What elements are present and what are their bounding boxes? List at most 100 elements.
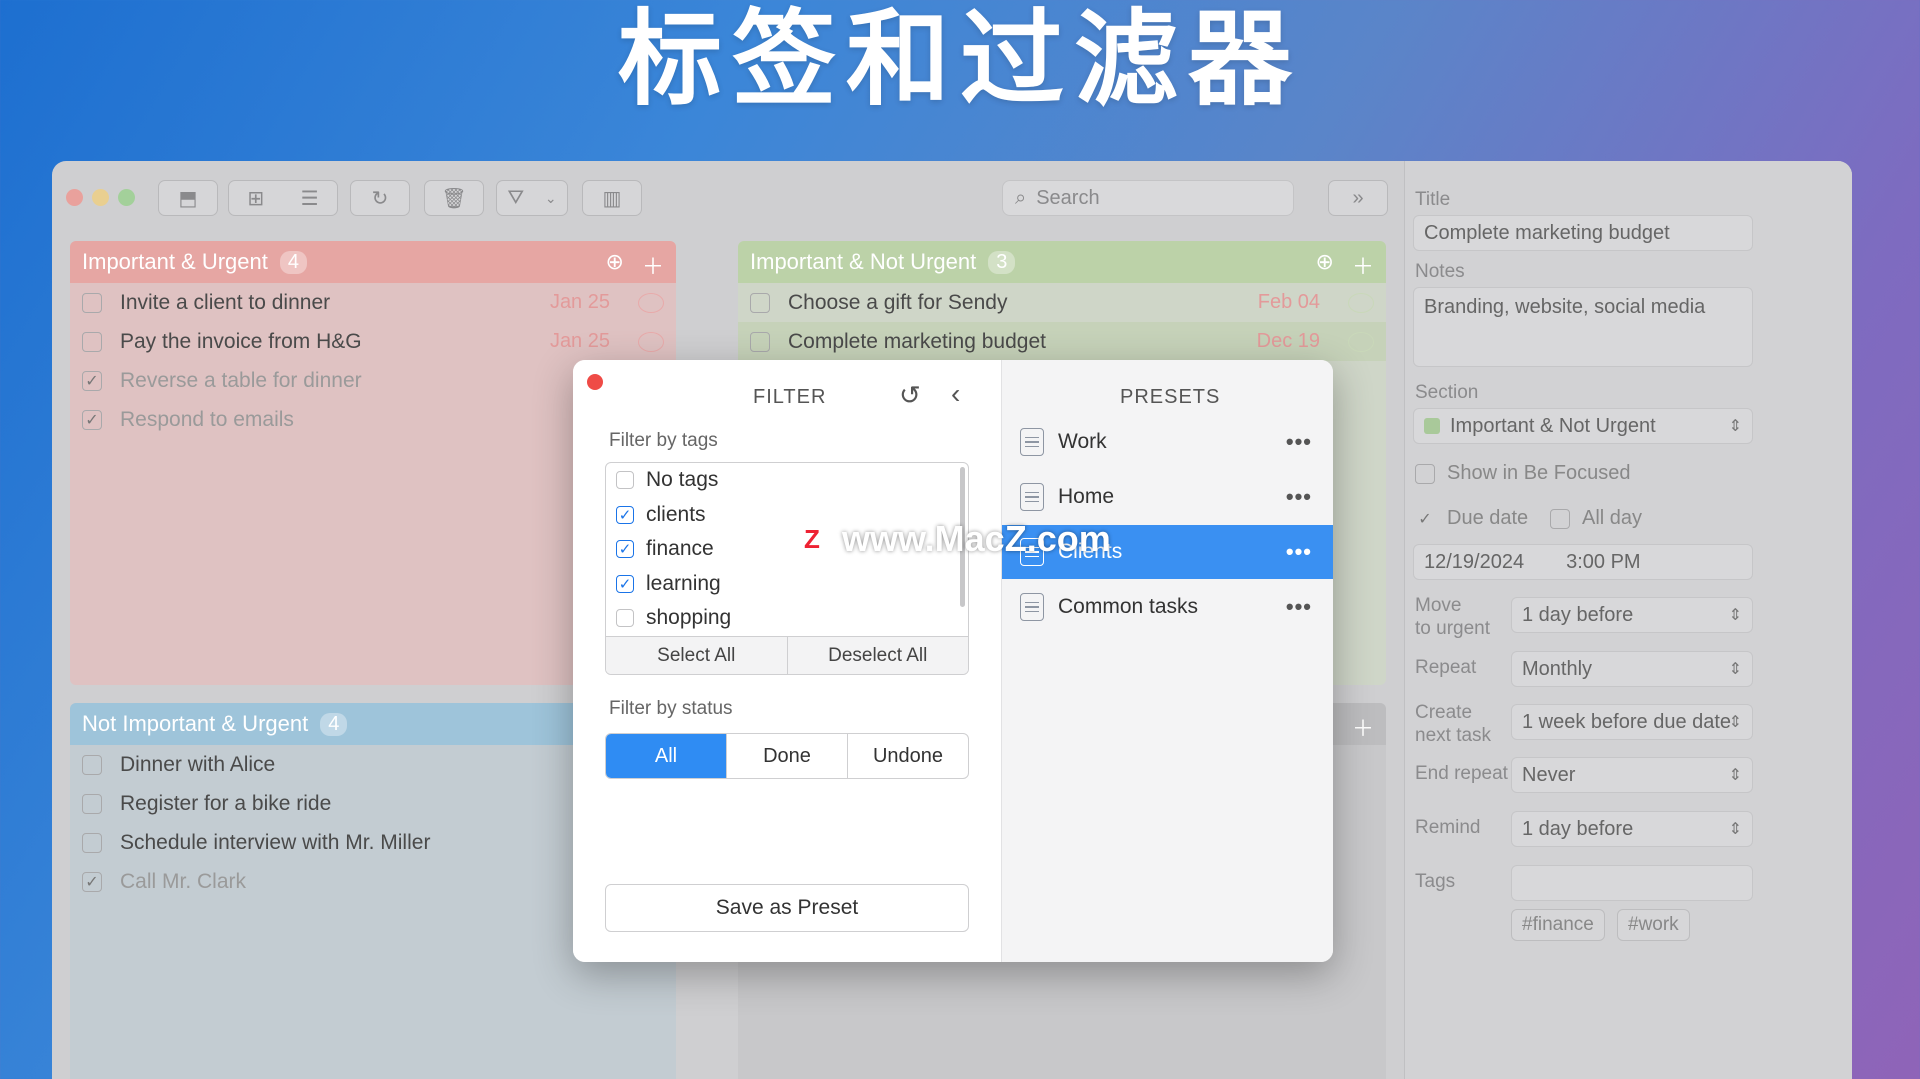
grid-view-icon[interactable]: ⊞ — [247, 186, 264, 211]
toggle-panel-button[interactable]: » — [1328, 180, 1388, 216]
tag-option-shopping[interactable]: shopping — [606, 601, 968, 636]
watermark: Zwww.MacZ.com — [792, 518, 1111, 560]
tag-option-no-tags[interactable]: No tags — [606, 463, 968, 498]
delete-button[interactable]: 🗑 — [424, 180, 484, 216]
tag-chip[interactable]: #finance — [1511, 909, 1605, 941]
select-all-button[interactable]: Select All — [606, 637, 787, 674]
inbox-button[interactable]: ⬒ — [158, 180, 218, 216]
stats-button[interactable]: ▥ — [582, 180, 642, 216]
section-label: Section — [1415, 382, 1479, 403]
add-task-icon[interactable]: ＋ — [1352, 249, 1374, 281]
repeat-value: Monthly — [1522, 657, 1593, 680]
move-select[interactable]: 1 day before ⇕ — [1511, 597, 1753, 633]
list-view-icon[interactable]: ☰ — [301, 186, 319, 211]
preset-label: Common tasks — [1058, 595, 1199, 618]
create-select[interactable]: 1 week before due date ⇕ — [1511, 704, 1753, 740]
preset-common-tasks[interactable]: Common tasks ••• — [1002, 580, 1333, 634]
task-checkbox-checked[interactable]: ✓ — [82, 409, 102, 430]
add-task-icon[interactable]: ＋ — [642, 249, 664, 281]
filter-dialog: FILTER ↺ ‹ Filter by tags No tags ✓ clien… — [573, 360, 1333, 962]
task-checkbox[interactable] — [82, 754, 102, 775]
tag-checkbox-checked[interactable]: ✓ — [616, 574, 634, 593]
zoom-in-icon[interactable]: ⊕ — [606, 249, 624, 281]
status-done-button[interactable]: Done — [726, 734, 847, 778]
date-value[interactable]: 12/19/2024 — [1424, 551, 1524, 574]
due-date-checkbox[interactable]: ✓ — [1415, 509, 1435, 529]
notes-field[interactable]: Branding, website, social media — [1413, 287, 1753, 367]
more-options-icon[interactable]: ••• — [1286, 539, 1312, 565]
due-datetime-field[interactable]: 12/19/2024 3:00 PM — [1413, 544, 1753, 580]
task-checkbox[interactable] — [82, 292, 102, 313]
save-as-preset-button[interactable]: Save as Preset — [605, 884, 969, 932]
tag-checkbox[interactable] — [616, 471, 634, 490]
task-checkbox[interactable] — [82, 832, 102, 853]
status-undone-button[interactable]: Undone — [847, 734, 968, 778]
task-row[interactable]: Choose a gift for Sendy Feb 04 — [738, 283, 1386, 322]
view-toggle[interactable]: ⊞ ☰ — [228, 180, 338, 216]
list-icon — [1020, 428, 1044, 456]
task-label: Dinner with Alice — [120, 752, 276, 776]
preset-work[interactable]: Work ••• — [1002, 415, 1333, 469]
show-focused-option[interactable]: Show in Be Focused — [1415, 462, 1630, 485]
comment-icon[interactable] — [1348, 292, 1374, 313]
task-label: Reverse a table for dinner — [120, 368, 362, 392]
status-all-button[interactable]: All — [606, 734, 726, 778]
title-label: Title — [1415, 189, 1451, 210]
updown-chevron-icon: ⇕ — [1728, 767, 1742, 784]
inbox-icon: ⬒ — [178, 187, 198, 210]
comment-icon[interactable] — [638, 331, 664, 352]
due-date-option[interactable]: ✓ Due date — [1415, 507, 1528, 530]
tag-checkbox[interactable] — [616, 609, 634, 628]
close-window-button[interactable] — [66, 189, 83, 206]
comment-icon[interactable] — [638, 292, 664, 313]
task-row[interactable]: Invite a client to dinner Jan 25 — [70, 283, 676, 322]
search-field[interactable]: ⌕ Search — [1002, 180, 1294, 216]
search-input[interactable]: Search — [1036, 187, 1099, 210]
notes-label: Notes — [1415, 261, 1465, 282]
section-select[interactable]: Important & Not Urgent ⇕ — [1413, 408, 1753, 444]
end-repeat-select[interactable]: Never ⇕ — [1511, 757, 1753, 793]
chevron-left-icon[interactable]: ‹ — [951, 378, 960, 410]
zoom-window-button[interactable] — [118, 189, 135, 206]
zoom-in-icon[interactable]: ⊕ — [1316, 249, 1334, 281]
more-options-icon[interactable]: ••• — [1286, 484, 1312, 510]
repeat-select[interactable]: Monthly ⇕ — [1511, 651, 1753, 687]
more-options-icon[interactable]: ••• — [1286, 429, 1312, 455]
all-day-option[interactable]: All day — [1550, 507, 1642, 530]
list-icon — [1020, 483, 1044, 511]
task-checkbox-checked[interactable]: ✓ — [82, 871, 102, 892]
tag-checkbox-checked[interactable]: ✓ — [616, 540, 634, 559]
tag-chip[interactable]: #work — [1617, 909, 1690, 941]
task-checkbox-checked[interactable]: ✓ — [82, 370, 102, 391]
filter-button[interactable]: ⛛ ⌄ — [496, 180, 568, 216]
tags-input[interactable] — [1511, 865, 1753, 901]
comment-icon[interactable] — [1348, 331, 1374, 352]
sync-button[interactable]: ↻ — [350, 180, 410, 216]
time-value[interactable]: 3:00 PM — [1566, 551, 1640, 574]
minimize-window-button[interactable] — [92, 189, 109, 206]
tag-checkbox-checked[interactable]: ✓ — [616, 505, 634, 524]
task-checkbox[interactable] — [750, 331, 770, 352]
remind-select[interactable]: 1 day before ⇕ — [1511, 811, 1753, 847]
tag-option-learning[interactable]: ✓ learning — [606, 567, 968, 602]
add-task-icon[interactable]: ＋ — [1352, 711, 1374, 743]
task-checkbox[interactable] — [82, 793, 102, 814]
tag-label: clients — [646, 502, 706, 526]
task-label: Complete marketing budget — [788, 329, 1046, 353]
title-field[interactable]: Complete marketing budget — [1413, 215, 1753, 251]
close-dialog-button[interactable] — [587, 374, 603, 390]
all-day-checkbox[interactable] — [1550, 508, 1570, 529]
more-options-icon[interactable]: ••• — [1286, 594, 1312, 620]
updown-chevron-icon: ⇕ — [1728, 661, 1742, 678]
preset-home[interactable]: Home ••• — [1002, 470, 1333, 524]
task-checkbox[interactable] — [750, 292, 770, 313]
tag-label: learning — [646, 571, 721, 595]
deselect-all-button[interactable]: Deselect All — [786, 637, 969, 674]
task-row[interactable]: Complete marketing budget Dec 19 — [738, 322, 1386, 361]
chevron-down-icon: ⌄ — [544, 189, 557, 206]
task-checkbox[interactable] — [82, 331, 102, 352]
task-row[interactable]: Pay the invoice from H&G Jan 25 — [70, 322, 676, 361]
section-color-swatch — [1424, 418, 1440, 434]
reset-icon[interactable]: ↺ — [899, 380, 921, 411]
show-focused-checkbox[interactable] — [1415, 463, 1435, 484]
